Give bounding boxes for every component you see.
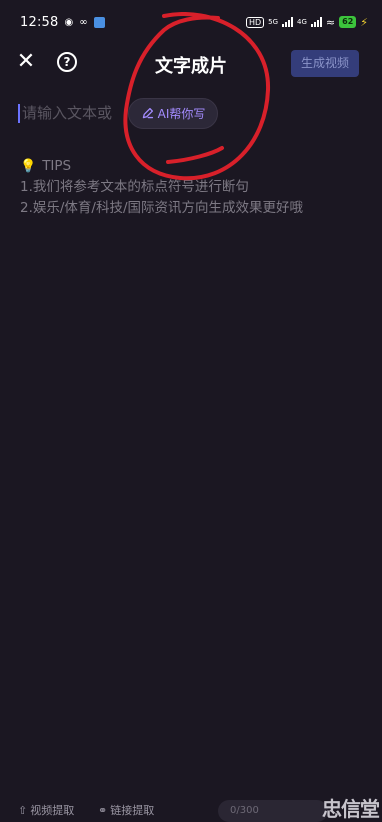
- char-count-pill: 0/300: [218, 800, 328, 822]
- tips-line-1: 1.我们将参考文本的标点符号进行断句: [20, 179, 249, 195]
- signal-icon-2: [310, 17, 322, 27]
- pen-icon: [142, 107, 153, 119]
- infinity-icon: ∞: [79, 16, 88, 28]
- ai-write-label: AI帮你写: [157, 107, 206, 121]
- app-square-icon: [93, 16, 105, 28]
- upload-icon: ⇧: [18, 803, 28, 817]
- ai-write-button[interactable]: AI帮你写: [128, 98, 218, 129]
- owl-icon: ◉: [64, 16, 74, 28]
- tips-line-2: 2.娱乐/体育/科技/国际资讯方向生成效果更好哦: [20, 200, 304, 216]
- net-4g-label: 4G: [297, 18, 307, 26]
- hd-badge: HD: [245, 16, 265, 28]
- generate-video-button[interactable]: 生成视频: [291, 50, 359, 77]
- link-icon: ⚭: [98, 803, 108, 817]
- text-editor[interactable]: 请输入文本或 AI帮你写: [18, 98, 364, 134]
- signal-icon: [282, 17, 294, 27]
- status-bar: 12:58 ◉ ∞ HD 5G 4G ≈ 62 ⚡: [0, 0, 382, 44]
- net-5g-label: 5G: [268, 18, 279, 26]
- status-time: 12:58: [20, 14, 59, 30]
- tips-section: 💡 TIPS 1.我们将参考文本的标点符号进行断句 2.娱乐/体育/科技/国际资…: [20, 156, 303, 219]
- status-left: 12:58 ◉ ∞: [20, 15, 105, 30]
- status-right: HD 5G 4G ≈ 62 ⚡: [245, 15, 368, 29]
- editor-placeholder: 请输入文本或: [22, 104, 113, 122]
- top-bar: ✕ ? 文字成片 生成视频: [0, 44, 382, 84]
- battery-icon: 62: [339, 16, 357, 28]
- tips-heading: 💡 TIPS: [20, 156, 303, 177]
- tips-title: TIPS: [42, 158, 72, 174]
- watermark: 忠信堂: [322, 797, 380, 821]
- text-caret: [18, 104, 20, 123]
- charging-bolt-icon: ⚡: [360, 15, 368, 29]
- lightbulb-icon: 💡: [20, 159, 37, 174]
- wifi-icon: ≈: [325, 15, 336, 29]
